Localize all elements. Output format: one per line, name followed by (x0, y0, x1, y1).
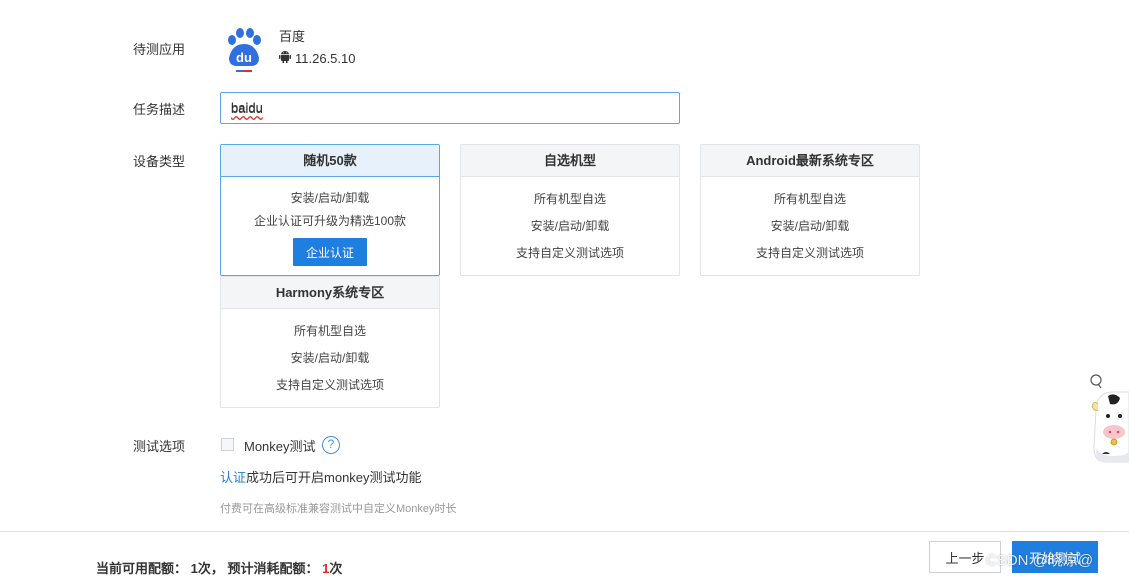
monkey-test-checkbox[interactable] (221, 438, 234, 451)
device-card-line: 所有机型自选 (293, 324, 366, 338)
consume-quota-unit: 次 (329, 561, 343, 576)
device-card-line: 所有机型自选 (773, 192, 846, 206)
consume-quota-label: 预计消耗配额： (227, 561, 319, 576)
device-card-random-50[interactable]: 随机50款 安装/启动/卸载 企业认证可升级为精选100款 企业认证 (220, 144, 440, 276)
device-card-title: Harmony系统专区 (221, 277, 439, 309)
device-card-android-latest[interactable]: Android最新系统专区 所有机型自选 安装/启动/卸载 支持自定义测试选项 (700, 144, 920, 276)
app-version-row: 11.26.5.10 (279, 50, 355, 66)
device-card-line: 所有机型自选 (533, 192, 606, 206)
monkey-test-label[interactable]: Monkey测试 (244, 436, 316, 455)
baidu-logo-icon: du (224, 28, 264, 74)
device-card-title: 自选机型 (461, 145, 679, 177)
device-card-line: 安装/启动/卸载 (770, 219, 850, 233)
cert-note: 认证成功后可开启monkey测试功能 (220, 467, 422, 486)
cow-mascot-icon[interactable] (1084, 370, 1129, 468)
prev-step-button[interactable]: 上一步 (929, 541, 1001, 573)
app-name: 百度 (279, 29, 306, 44)
cert-note-text: 成功后可开启monkey测试功能 (246, 470, 422, 485)
device-card-title: Android最新系统专区 (701, 145, 919, 177)
device-card-line: 支持自定义测试选项 (515, 246, 624, 260)
device-card-harmony[interactable]: Harmony系统专区 所有机型自选 安装/启动/卸载 支持自定义测试选项 (220, 276, 440, 408)
available-quota-value: 1次 (190, 561, 211, 576)
baidu-logo-text: du (236, 50, 252, 65)
available-quota-label: 当前可用配额： (96, 561, 188, 576)
device-card-line: 支持自定义测试选项 (755, 246, 864, 260)
help-icon[interactable]: ? (322, 436, 340, 454)
start-test-button[interactable]: 开始测试 (1012, 541, 1098, 573)
cert-link[interactable]: 认证 (220, 470, 246, 485)
device-card-line: 安装/启动/卸载 (530, 219, 610, 233)
app-label: 待测应用 (133, 42, 186, 57)
device-card-line: 安装/启动/卸载 (290, 191, 370, 205)
enterprise-cert-button[interactable]: 企业认证 (293, 238, 367, 266)
quota-separator: ， (210, 561, 224, 576)
task-description-input[interactable] (220, 92, 680, 124)
test-options-label: 测试选项 (133, 439, 186, 454)
device-card-title: 随机50款 (221, 145, 439, 177)
device-card-custom[interactable]: 自选机型 所有机型自选 安装/启动/卸载 支持自定义测试选项 (460, 144, 680, 276)
device-type-label: 设备类型 (133, 154, 186, 169)
paid-note: 付费可在高级标准兼容测试中自定义Monkey时长 (220, 503, 457, 515)
quota-summary: 当前可用配额： 1次， 预计消耗配额： 1次 (96, 558, 342, 577)
task-label: 任务描述 (133, 102, 186, 117)
android-icon (279, 50, 291, 66)
app-version: 11.26.5.10 (295, 50, 356, 66)
footer-divider (0, 531, 1129, 532)
device-card-line: 安装/启动/卸载 (290, 351, 370, 365)
device-card-line: 支持自定义测试选项 (275, 378, 384, 392)
device-card-line: 企业认证可升级为精选100款 (253, 214, 407, 228)
